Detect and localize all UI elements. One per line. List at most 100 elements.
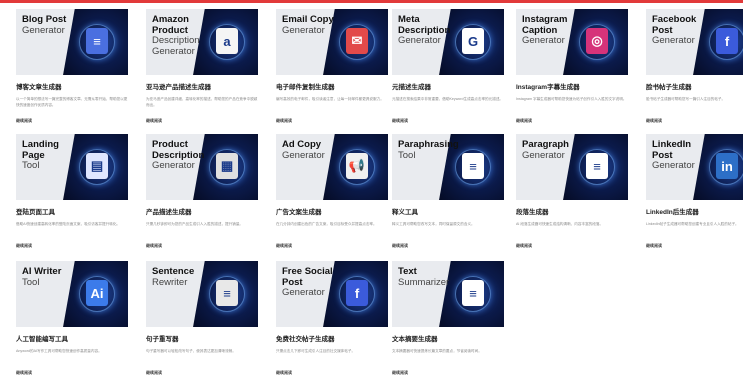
thumbnail-title: Ad Copy Generator xyxy=(282,139,325,161)
tool-card[interactable]: Ai AI Writer Tool 人工智能编写工具 Anyword的AI写作工具… xyxy=(16,261,128,376)
tool-card[interactable]: f Facebook Post Generator 脸书帖子生成器 脸书帖子生成器… xyxy=(646,9,743,124)
read-more-link[interactable]: 继续阅读 xyxy=(646,243,743,249)
page-icon: ▤ xyxy=(86,153,108,179)
thumbnail-title: Landing Page Tool xyxy=(22,139,59,171)
thumbnail-title: Paraphrasing Tool xyxy=(398,139,459,161)
tool-name[interactable]: 广告文案生成器 xyxy=(276,206,388,216)
tool-card[interactable]: ≡ Sentence Rewriter 句子重写器 句子重写器可以轻松改写句子，使… xyxy=(146,261,258,376)
thumbnail-title: Email Copy Generator xyxy=(282,14,334,36)
tool-name[interactable]: 博客文章生成器 xyxy=(16,81,128,91)
tool-name[interactable]: 释义工具 xyxy=(392,206,504,216)
card-thumbnail[interactable]: Ai AI Writer Tool xyxy=(16,261,128,327)
tool-description: 元描述在搜索结果中非常重要，借助Keyword生成高点击率的元描述。 xyxy=(392,97,504,101)
read-more-link[interactable]: 继续阅读 xyxy=(392,370,504,376)
tool-name[interactable]: 脸书帖子生成器 xyxy=(646,81,743,91)
tool-name[interactable]: 句子重写器 xyxy=(146,333,258,343)
read-more-link[interactable]: 继续阅读 xyxy=(16,118,128,124)
tool-card[interactable]: ▦ Product Description Generator 产品描述生成器 只… xyxy=(146,134,258,249)
tool-card[interactable]: ▤ Landing Page Tool 登陆页面工具 借助AI快速创建高转化率的登… xyxy=(16,134,128,249)
read-more-link[interactable]: 继续阅读 xyxy=(276,118,388,124)
read-more-link[interactable]: 继续阅读 xyxy=(516,243,628,249)
product-icon: ▦ xyxy=(216,153,238,179)
thumbnail-title: Instagram Caption Generator xyxy=(522,14,568,46)
thumbnail-title: Facebook Post Generator xyxy=(652,14,697,46)
tool-description: AI 段落生成器可快速生成结构清晰、内容丰富的段落。 xyxy=(516,222,604,226)
tool-description: 以一个简单的想法写一篇完整的博客文章。无需从零开始，帮助您以更快的速度创作优质内… xyxy=(16,97,128,107)
read-more-link[interactable]: 继续阅读 xyxy=(16,243,128,249)
read-more-link[interactable]: 继续阅读 xyxy=(146,118,258,124)
tool-description: 文本摘要器可快速提炼长篇文章的要点，节省阅读时间。 xyxy=(392,349,482,353)
summary-icon: ≡ xyxy=(462,280,484,306)
thumbnail-title: Free Social Post Generator xyxy=(282,266,333,298)
read-more-link[interactable]: 继续阅读 xyxy=(146,243,258,249)
tool-description: 只需几秒钟即可为您的产品生成引人入胜的描述，提升销量。 xyxy=(146,222,244,226)
tool-description: 在几分钟内创建出色的广告文案，吸引目标受众并提高点击率。 xyxy=(276,222,377,226)
tool-description: 为亚马逊产品创建详细、高转化率的描述，帮助您的产品在竞争中脱颖而出。 xyxy=(146,97,258,107)
tool-card[interactable]: ≡ Blog Post Generator 博客文章生成器 以一个简单的想法写一篇… xyxy=(16,9,128,124)
read-more-link[interactable]: 继续阅读 xyxy=(276,370,388,376)
card-thumbnail[interactable]: ≡ Paragraph Generator xyxy=(516,134,628,200)
thumbnail-title: Text Summarizer xyxy=(398,266,450,288)
tool-card-grid: ≡ Blog Post Generator 博客文章生成器 以一个简单的想法写一篇… xyxy=(0,3,743,378)
read-more-link[interactable]: 继续阅读 xyxy=(16,370,128,376)
thumbnail-title: Blog Post Generator xyxy=(22,14,67,36)
card-thumbnail[interactable]: in LinkedIn Post Generator xyxy=(646,134,743,200)
thumbnail-title: Meta Description Generator xyxy=(398,14,451,46)
tool-card[interactable]: in LinkedIn Post Generator LinkedIn后生成器 L… xyxy=(646,134,743,249)
tool-name[interactable]: 段落生成器 xyxy=(516,206,628,216)
read-more-link[interactable]: 继续阅读 xyxy=(392,118,504,124)
tool-card[interactable]: f Free Social Post Generator 免费社交帖子生成器 只需… xyxy=(276,261,388,376)
card-thumbnail[interactable]: ✉ Email Copy Generator xyxy=(276,9,388,75)
tool-card[interactable]: ≡ Text Summarizer 文本摘要生成器 文本摘要器可快速提炼长篇文章的… xyxy=(392,261,504,376)
instagram-icon: ◎ xyxy=(586,28,608,54)
tool-card[interactable]: 📢 Ad Copy Generator 广告文案生成器 在几分钟内创建出色的广告文… xyxy=(276,134,388,249)
tool-name[interactable]: 电子邮件复制生成器 xyxy=(276,81,388,91)
tool-card[interactable]: a Amazon Product Description Generator 亚马… xyxy=(146,9,258,124)
tool-card[interactable]: ≡ Paragraph Generator 段落生成器 AI 段落生成器可快速生成… xyxy=(516,134,628,249)
document-icon: ≡ xyxy=(86,28,108,54)
tool-name[interactable]: 亚马逊产品描述生成器 xyxy=(146,81,258,91)
thumbnail-title: Amazon Product Description Generator xyxy=(152,14,200,57)
read-more-link[interactable]: 继续阅读 xyxy=(146,370,258,376)
card-thumbnail[interactable]: ▦ Product Description Generator xyxy=(146,134,258,200)
tool-card[interactable]: G Meta Description Generator 元描述生成器 元描述在搜… xyxy=(392,9,504,124)
tool-card[interactable]: ≡ Paraphrasing Tool 释义工具 释义工具可帮助您改写文本，同时保… xyxy=(392,134,504,249)
social-icon: f xyxy=(346,280,368,306)
card-thumbnail[interactable]: f Free Social Post Generator xyxy=(276,261,388,327)
card-thumbnail[interactable]: 📢 Ad Copy Generator xyxy=(276,134,388,200)
read-more-link[interactable]: 继续阅读 xyxy=(276,243,388,249)
tool-name[interactable]: 文本摘要生成器 xyxy=(392,333,504,343)
facebook-icon: f xyxy=(716,28,738,54)
megaphone-icon: 📢 xyxy=(346,153,368,179)
tool-name[interactable]: Instagram字幕生成器 xyxy=(516,81,628,91)
card-thumbnail[interactable]: ≡ Sentence Rewriter xyxy=(146,261,258,327)
tool-name[interactable]: 人工智能编写工具 xyxy=(16,333,128,343)
card-thumbnail[interactable]: a Amazon Product Description Generator xyxy=(146,9,258,75)
tool-name[interactable]: LinkedIn后生成器 xyxy=(646,206,743,216)
card-thumbnail[interactable]: ≡ Paraphrasing Tool xyxy=(392,134,504,200)
tool-card[interactable]: ◎ Instagram Caption Generator Instagram字幕… xyxy=(516,9,628,124)
read-more-link[interactable]: 继续阅读 xyxy=(516,118,628,124)
card-thumbnail[interactable]: ◎ Instagram Caption Generator xyxy=(516,9,628,75)
tool-name[interactable]: 元描述生成器 xyxy=(392,81,504,91)
card-thumbnail[interactable]: f Facebook Post Generator xyxy=(646,9,743,75)
thumbnail-title: LinkedIn Post Generator xyxy=(652,139,695,171)
tool-card[interactable]: ✉ Email Copy Generator 电子邮件复制生成器 编写高效的电子邮… xyxy=(276,9,388,124)
thumbnail-title: Sentence Rewriter xyxy=(152,266,195,288)
card-thumbnail[interactable]: G Meta Description Generator xyxy=(392,9,504,75)
card-thumbnail[interactable]: ≡ Text Summarizer xyxy=(392,261,504,327)
linkedin-icon: in xyxy=(716,153,738,179)
card-thumbnail[interactable]: ▤ Landing Page Tool xyxy=(16,134,128,200)
sentence-icon: ≡ xyxy=(216,280,238,306)
read-more-link[interactable]: 继续阅读 xyxy=(392,243,504,249)
tool-name[interactable]: 免费社交帖子生成器 xyxy=(276,333,388,343)
tool-description: 借助AI快速创建高转化率的登陆页面文案，吸引访客并提升转化。 xyxy=(16,222,121,226)
document-icon: ≡ xyxy=(462,153,484,179)
read-more-link[interactable]: 继续阅读 xyxy=(646,118,743,124)
tool-name[interactable]: 登陆页面工具 xyxy=(16,206,128,216)
tool-description: 只需点击几下即可生成引人注目的社交媒体帖子。 xyxy=(276,349,356,353)
tool-description: 脸书帖子生成器可帮助您写一篇引人注目的帖子。 xyxy=(646,97,726,101)
tool-name[interactable]: 产品描述生成器 xyxy=(146,206,258,216)
card-thumbnail[interactable]: ≡ Blog Post Generator xyxy=(16,9,128,75)
google-icon: G xyxy=(462,28,484,54)
